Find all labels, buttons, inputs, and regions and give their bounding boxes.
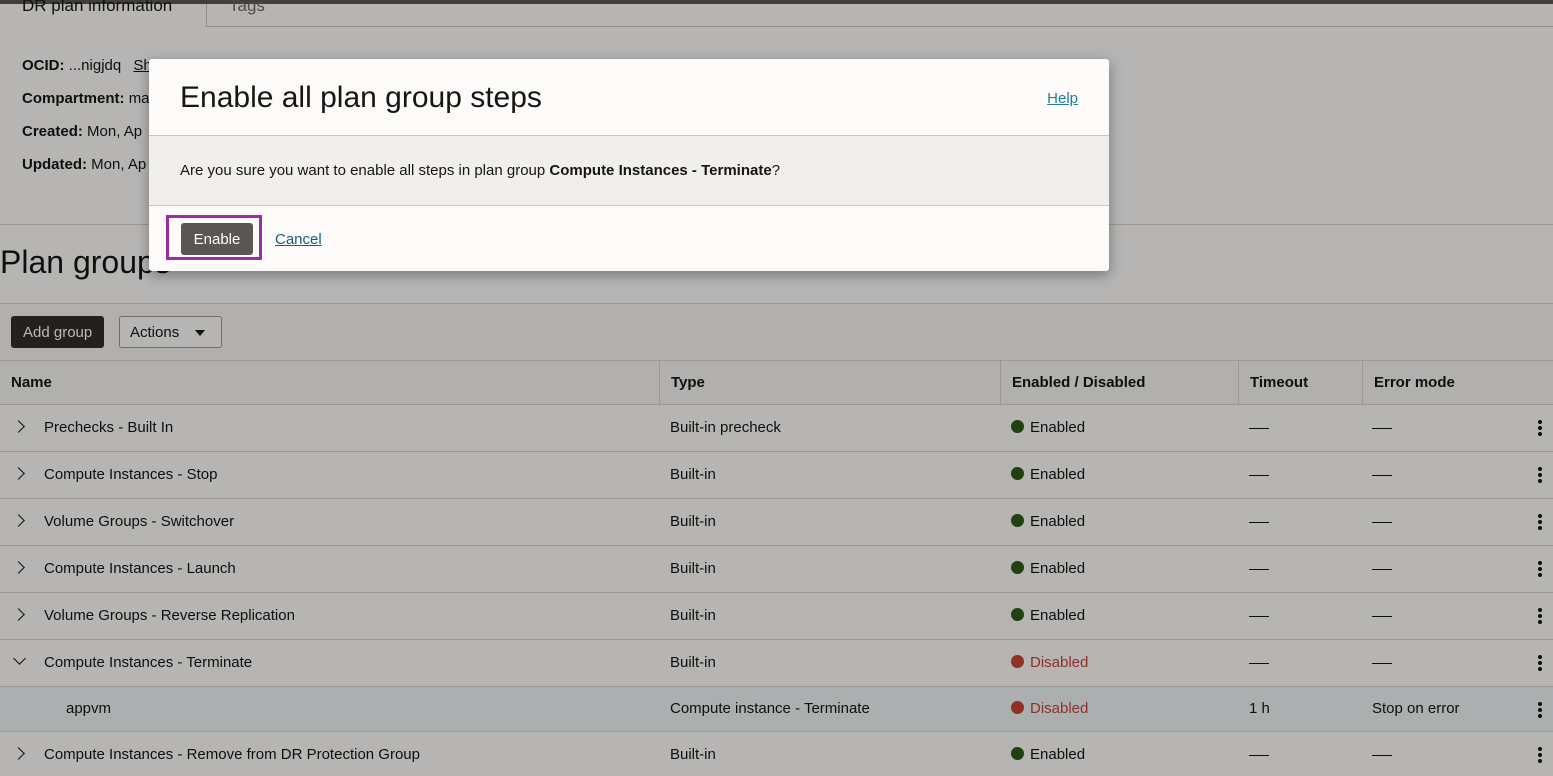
- message-suffix: ?: [771, 162, 781, 179]
- dialog-header: Enable all plan group steps Help: [149, 59, 1109, 136]
- enable-steps-dialog: Enable all plan group steps Help Are you…: [149, 59, 1109, 271]
- help-link[interactable]: Help: [1047, 90, 1078, 107]
- enable-button[interactable]: Enable: [181, 223, 253, 255]
- message-group-name: Compute Instances - Terminate: [549, 162, 772, 179]
- cancel-link[interactable]: Cancel: [275, 231, 322, 248]
- dialog-title: Enable all plan group steps: [180, 81, 542, 114]
- dialog-footer: Enable Cancel: [149, 206, 1109, 271]
- message-prefix: Are you sure you want to enable all step…: [180, 162, 550, 179]
- dialog-message: Are you sure you want to enable all step…: [180, 162, 780, 179]
- dialog-body: Are you sure you want to enable all step…: [149, 136, 1109, 206]
